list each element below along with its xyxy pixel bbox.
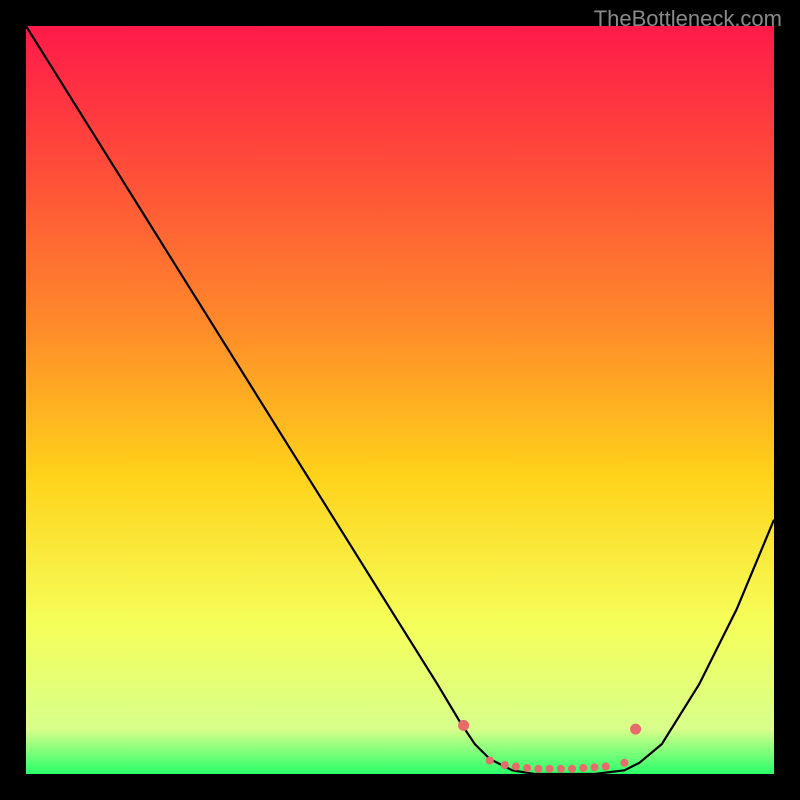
plot-area xyxy=(26,26,774,774)
optimal-dot xyxy=(458,720,469,731)
optimal-dot xyxy=(512,763,520,771)
optimal-dot xyxy=(602,763,610,771)
chart-frame xyxy=(26,26,774,774)
optimal-dot xyxy=(568,765,576,773)
watermark-text: TheBottleneck.com xyxy=(594,6,782,32)
gradient-background xyxy=(26,26,774,774)
chart-svg xyxy=(26,26,774,774)
optimal-dot xyxy=(501,761,509,769)
optimal-dot xyxy=(486,757,494,765)
optimal-dot xyxy=(557,765,565,773)
optimal-dot xyxy=(523,764,531,772)
optimal-dot xyxy=(591,763,599,771)
optimal-dot xyxy=(546,765,554,773)
optimal-dot xyxy=(620,759,628,767)
optimal-dot xyxy=(534,765,542,773)
optimal-dot xyxy=(579,764,587,772)
optimal-dot xyxy=(630,724,641,735)
